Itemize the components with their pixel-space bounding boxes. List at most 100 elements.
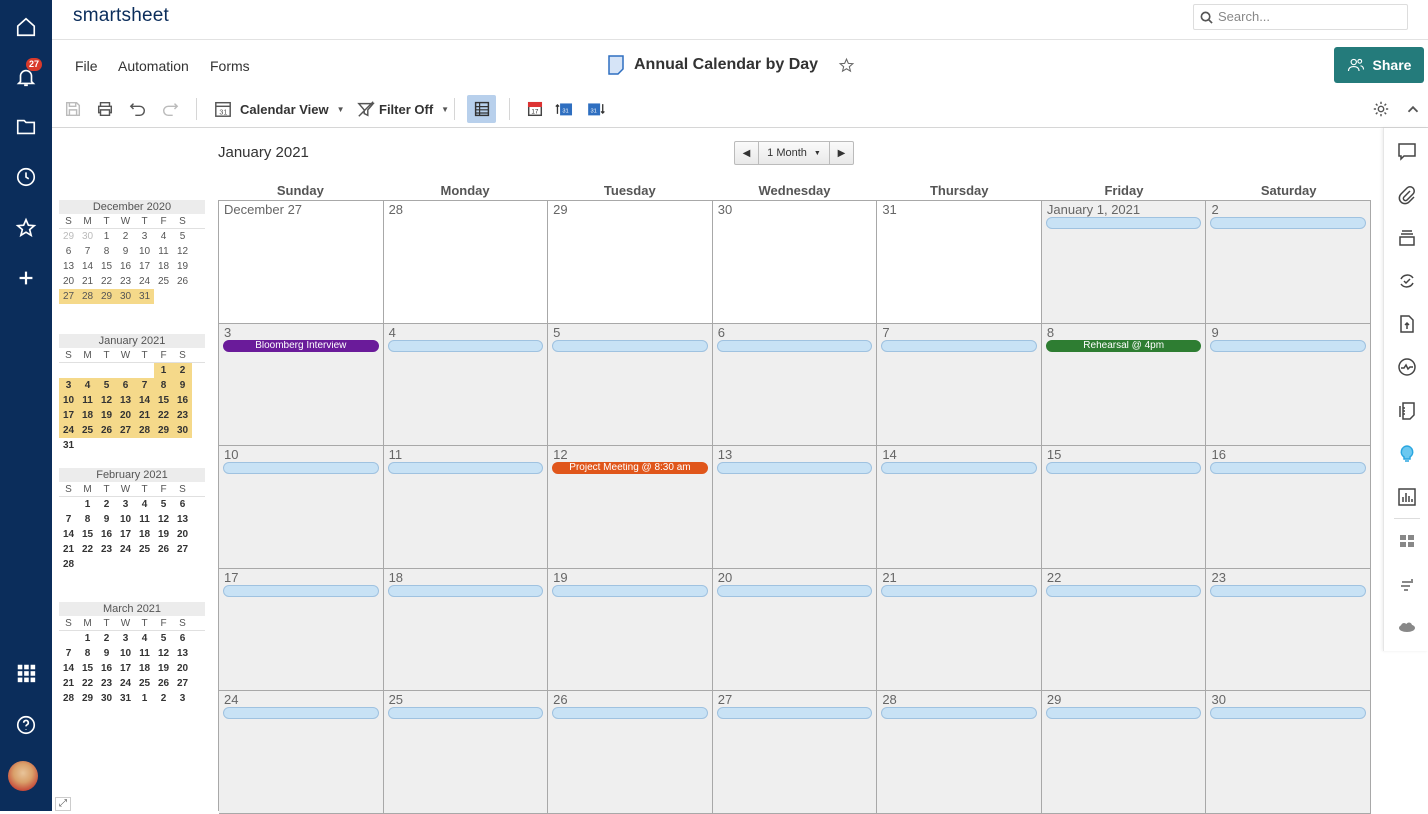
mini-calendar-day[interactable]: 27 [59, 289, 78, 304]
mini-calendar-day[interactable]: 6 [116, 378, 135, 393]
mini-calendar-day[interactable]: 12 [97, 393, 116, 408]
proofs-icon[interactable] [1384, 225, 1428, 251]
mini-calendar-day[interactable]: 23 [116, 274, 135, 289]
mini-calendar-day[interactable]: 10 [116, 512, 135, 527]
mini-calendar-day[interactable]: 28 [78, 289, 97, 304]
mini-calendar-day[interactable]: 4 [135, 631, 154, 646]
view-selector[interactable]: 31 Calendar View ▼ [214, 99, 345, 119]
day-cell[interactable]: 21 [877, 568, 1042, 691]
empty-event-bar[interactable] [1210, 462, 1367, 474]
empty-event-bar[interactable] [1045, 707, 1202, 719]
previous-arrow-icon[interactable]: ◀ [735, 142, 759, 164]
day-cell[interactable]: 4 [383, 323, 549, 446]
next-arrow-icon[interactable]: ▶ [829, 142, 853, 164]
mini-calendar-day[interactable]: 14 [59, 661, 78, 676]
empty-event-bar[interactable] [716, 707, 873, 719]
mini-calendar-day[interactable]: 8 [78, 646, 97, 661]
menu-file[interactable]: File [75, 58, 98, 74]
day-cell[interactable]: 30 [1206, 691, 1372, 814]
empty-event-bar[interactable] [881, 462, 1037, 474]
mini-calendar-day[interactable]: 28 [59, 557, 78, 572]
mini-calendar-day[interactable]: 24 [116, 542, 135, 557]
day-cell[interactable]: 13 [712, 446, 878, 569]
day-cell[interactable]: 22 [1041, 568, 1207, 691]
mini-calendar-day[interactable]: 27 [116, 423, 135, 438]
mini-calendar-day[interactable]: 5 [154, 497, 173, 512]
day-cell[interactable]: 31 [877, 201, 1042, 324]
mini-calendar-day[interactable]: 10 [59, 393, 78, 408]
mini-calendar-day[interactable]: 26 [173, 274, 192, 289]
mini-calendar-day[interactable]: 16 [173, 393, 192, 408]
favorite-star-icon[interactable] [838, 57, 855, 74]
mini-calendar-day[interactable]: 29 [78, 691, 97, 706]
mini-calendar-day[interactable]: 13 [59, 259, 78, 274]
mini-calendar-day[interactable]: 8 [154, 378, 173, 393]
mini-calendar-day[interactable]: 11 [78, 393, 97, 408]
grid-view-button[interactable] [467, 95, 496, 123]
redo-button[interactable] [161, 99, 179, 119]
day-cell[interactable]: January 1, 2021 [1041, 201, 1207, 324]
mini-calendar-day[interactable]: 19 [173, 259, 192, 274]
day-cell[interactable]: 7 [877, 323, 1042, 446]
mini-calendar-day[interactable]: 10 [135, 244, 154, 259]
day-cell[interactable]: 28 [877, 691, 1042, 814]
print-button[interactable] [96, 99, 114, 119]
mini-calendar-day[interactable]: 3 [135, 229, 154, 244]
mini-calendar-day[interactable]: 21 [59, 676, 78, 691]
apps-grid-icon[interactable] [0, 658, 52, 688]
mini-calendar-day[interactable]: 7 [135, 378, 154, 393]
lightbulb-icon[interactable] [1384, 441, 1428, 467]
mini-calendar-day[interactable]: 7 [78, 244, 97, 259]
mini-calendar-title[interactable]: January 2021 [59, 334, 205, 348]
mini-calendar-day[interactable]: 3 [59, 378, 78, 393]
mini-calendar-day[interactable]: 18 [135, 661, 154, 676]
mini-calendar-day[interactable]: 3 [116, 497, 135, 512]
mini-calendar-day[interactable]: 1 [78, 631, 97, 646]
mini-calendar-day[interactable]: 21 [78, 274, 97, 289]
mini-calendar-day[interactable]: 12 [154, 512, 173, 527]
day-cell[interactable]: 16 [1206, 446, 1372, 569]
day-cell[interactable]: 20 [712, 568, 878, 691]
mini-calendar-day[interactable]: 21 [59, 542, 78, 557]
help-icon[interactable] [0, 710, 52, 740]
event-bar[interactable]: Project Meeting @ 8:30 am [552, 462, 708, 474]
day-cell[interactable]: 23 [1206, 568, 1372, 691]
empty-event-bar[interactable] [223, 707, 379, 719]
mini-calendar-day[interactable]: 23 [97, 676, 116, 691]
mini-calendar-day[interactable]: 29 [154, 423, 173, 438]
day-cell[interactable]: 6 [712, 323, 878, 446]
day-cell[interactable]: 14 [877, 446, 1042, 569]
expand-icon[interactable]: ⤢ [55, 797, 71, 811]
mini-calendar-day[interactable]: 11 [135, 646, 154, 661]
empty-event-bar[interactable] [1210, 217, 1367, 229]
day-cell[interactable]: 19 [548, 568, 713, 691]
mini-calendar-day[interactable]: 30 [78, 229, 97, 244]
mini-calendar-title[interactable]: February 2021 [59, 468, 205, 482]
mini-calendar-day[interactable]: 31 [59, 438, 78, 453]
menu-forms[interactable]: Forms [210, 58, 250, 74]
mini-calendar-day[interactable]: 31 [135, 289, 154, 304]
dashboard-icon[interactable] [1384, 528, 1428, 554]
mini-calendar-day[interactable]: 14 [135, 393, 154, 408]
mini-calendar-day[interactable]: 15 [97, 259, 116, 274]
day-cell[interactable]: 26 [548, 691, 713, 814]
mini-calendar-day[interactable]: 20 [173, 661, 192, 676]
mini-calendar-title[interactable]: December 2020 [59, 200, 205, 214]
filter-selector[interactable]: Filter Off ▼ [357, 99, 449, 119]
mini-calendar-day[interactable]: 4 [154, 229, 173, 244]
mini-calendar-day[interactable]: 18 [135, 527, 154, 542]
mini-calendar-day[interactable]: 13 [173, 646, 192, 661]
mini-calendar-day[interactable]: 13 [173, 512, 192, 527]
mini-calendar-day[interactable]: 25 [78, 423, 97, 438]
event-bar[interactable]: Bloomberg Interview [223, 339, 379, 352]
save-button[interactable] [64, 99, 82, 119]
empty-event-bar[interactable] [881, 584, 1037, 597]
mini-calendar-day[interactable]: 12 [173, 244, 192, 259]
mini-calendar-day[interactable]: 5 [154, 631, 173, 646]
mini-calendar-day[interactable]: 15 [154, 393, 173, 408]
mini-calendar-day[interactable]: 28 [135, 423, 154, 438]
mini-calendar-day[interactable]: 26 [97, 423, 116, 438]
mini-calendar-day[interactable]: 20 [173, 527, 192, 542]
mini-calendar-day[interactable]: 23 [97, 542, 116, 557]
mini-calendar-day[interactable]: 15 [78, 527, 97, 542]
